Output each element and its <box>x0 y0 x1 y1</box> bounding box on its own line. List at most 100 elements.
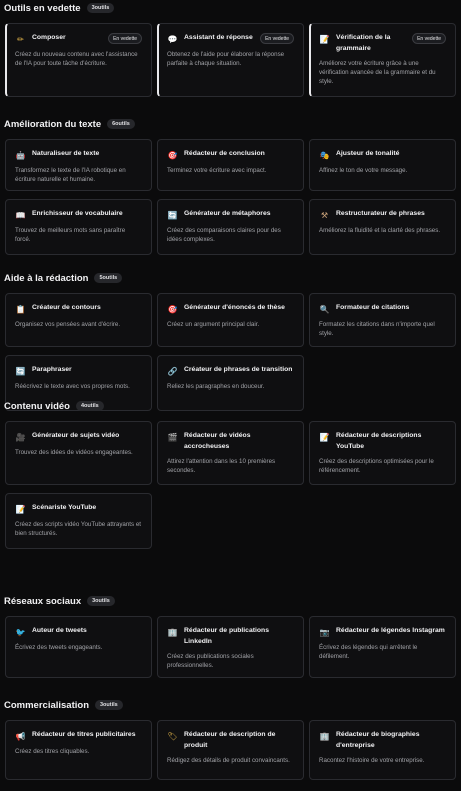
tool-title: Enrichisseur de vocabulaire <box>32 210 123 217</box>
featured-badge: En vedette <box>412 33 446 44</box>
tool-card[interactable]: 🐦 Auteur de tweets Écrivez des tweets enga… <box>5 616 152 678</box>
tool-card-header: 📷 Rédacteur de légendes Instagram <box>319 626 446 638</box>
tool-description: Améliorez votre écriture grâce à une vér… <box>319 60 436 86</box>
tool-card-header: ⚒ Restructurateur de phrases <box>319 209 446 221</box>
tool-card[interactable]: 🔄 Générateur de métaphores Créez des compa… <box>157 199 304 255</box>
tool-card-header: 🎯 Rédacteur de conclusion <box>167 149 294 161</box>
tool-card-header: 🎯 Générateur d'énoncés de thèse <box>167 303 294 315</box>
tool-count-badge: 6outils <box>107 119 135 129</box>
clapper-board-icon: 🎬 <box>167 433 178 442</box>
tool-description: Terminez votre écriture avec impact. <box>167 167 267 174</box>
robot-icon: 🤖 <box>15 151 26 160</box>
tool-card[interactable]: 🤖 Naturaliseur de texte Transformez le tex… <box>5 139 152 191</box>
cycle-icon: 🔄 <box>167 211 178 220</box>
tool-card[interactable]: 🎭 Ajusteur de tonalité Affinez le ton de v… <box>309 139 456 191</box>
magnifier-icon: 🔍 <box>319 305 330 314</box>
book-icon: 📖 <box>15 211 26 220</box>
section-header: Contenu vidéo 4outils <box>4 398 104 414</box>
featured-badge: En vedette <box>260 33 294 44</box>
featured-badge: En vedette <box>108 33 142 44</box>
tool-description: Créez des scripts vidéo YouTube attrayan… <box>15 521 141 538</box>
target-icon: 🎯 <box>167 151 178 160</box>
tool-count-badge: 3outils <box>86 3 115 13</box>
tool-title: Vérification de la grammaire <box>336 34 391 52</box>
tool-description: Formatez les citations dans n'importe qu… <box>319 321 435 338</box>
tool-title: Composer <box>32 34 66 41</box>
tool-card[interactable]: 📝 Rédacteur de descriptions YouTube Créez … <box>309 421 456 485</box>
tool-card-header: 📢 Rédacteur de titres publicitaires <box>15 730 142 742</box>
section-title: Contenu vidéo <box>4 400 70 412</box>
tool-description: Améliorez la fluidité et la clarté des p… <box>319 227 441 234</box>
tool-description: Reliez les paragraphes en douceur. <box>167 383 265 390</box>
section-header: Outils en vedette 3outils <box>4 0 115 16</box>
tool-card[interactable]: 📋 Créateur de contours Organisez vos pensé… <box>5 293 152 347</box>
megaphone-icon: 📢 <box>15 732 26 741</box>
office-building-icon: 🏢 <box>167 628 178 637</box>
tool-card-header: 💬 Assistant de réponse En vedette <box>167 33 294 45</box>
tool-card-header: 🔄 Générateur de métaphores <box>167 209 294 221</box>
tool-description: Créez des titres cliquables. <box>15 748 90 755</box>
price-tag-icon: 🏷 <box>167 732 178 741</box>
tools-icon: ⚒ <box>320 211 329 220</box>
clipboard-icon: 📋 <box>15 305 26 314</box>
tool-card[interactable]: ✏ Composer En vedette Créez du nouveau cont… <box>5 23 152 97</box>
tool-card[interactable]: 🔍 Formateur de citations Formatez les cita… <box>309 293 456 347</box>
tool-title: Paraphraser <box>32 366 72 373</box>
tool-card-header: 📖 Enrichisseur de vocabulaire <box>15 209 142 221</box>
section-title: Amélioration du texte <box>4 118 102 130</box>
tool-card[interactable]: 🎯 Générateur d'énoncés de thèse Créez un a… <box>157 293 304 347</box>
tool-card-header: 🎥 Générateur de sujets vidéo <box>15 431 142 443</box>
tool-title: Rédacteur de publications LinkedIn <box>184 627 269 645</box>
tool-card[interactable]: 🏷 Rédacteur de description de produit Rédi… <box>157 720 304 780</box>
tool-card[interactable]: 📝 Scénariste YouTube Créez des scripts vid… <box>5 493 152 549</box>
tool-card[interactable]: 📝 Vérification de la grammaire En vedette A… <box>309 23 456 97</box>
section-header: Commercialisation 3outils <box>4 697 123 713</box>
section-header: Amélioration du texte 6outils <box>4 116 135 132</box>
tool-description: Créez des publications sociales professi… <box>167 653 254 670</box>
tool-card[interactable]: 🏢 Rédacteur de publications LinkedIn Créez… <box>157 616 304 678</box>
tool-card-header: 📝 Rédacteur de descriptions YouTube <box>319 431 446 452</box>
tool-title: Assistant de réponse <box>184 34 253 41</box>
tool-card[interactable]: 📢 Rédacteur de titres publicitaires Créez … <box>5 720 152 780</box>
bird-icon: 🐦 <box>15 628 26 637</box>
tool-description: Trouvez de meilleurs mots sans paraître … <box>15 227 126 244</box>
tool-card[interactable]: 📷 Rédacteur de légendes Instagram Écrivez … <box>309 616 456 678</box>
tool-card[interactable]: 🏢 Rédacteur de biographies d'entreprise Ra… <box>309 720 456 780</box>
tool-title: Générateur de sujets vidéo <box>32 432 120 439</box>
tool-card-header: 🔄 Paraphraser <box>15 365 142 377</box>
tool-card-header: 📋 Créateur de contours <box>15 303 142 315</box>
tool-card-header: 📝 Vérification de la grammaire En vedette <box>319 33 446 54</box>
tool-card[interactable]: 💬 Assistant de réponse En vedette Obtenez d… <box>157 23 304 97</box>
tool-title: Rédacteur de légendes Instagram <box>336 627 445 634</box>
tool-card-header: 🏢 Rédacteur de publications LinkedIn <box>167 626 294 647</box>
tool-title: Rédacteur de titres publicitaires <box>32 731 136 738</box>
tool-card-header: 🤖 Naturaliseur de texte <box>15 149 142 161</box>
section-title: Réseaux sociaux <box>4 595 82 607</box>
section-header: Aide à la rédaction 5outils <box>4 270 123 286</box>
tool-card[interactable]: 📖 Enrichisseur de vocabulaire Trouvez de m… <box>5 199 152 255</box>
pencil-icon: ✏ <box>17 35 24 44</box>
tool-card[interactable]: 🎯 Rédacteur de conclusion Terminez votre é… <box>157 139 304 191</box>
tool-description: Rédigez des détails de produit convainca… <box>167 757 290 764</box>
building-icon: 🏢 <box>319 732 330 741</box>
tool-count-badge: 4outils <box>75 401 104 411</box>
tool-description: Trouvez des idées de vidéos engageantes. <box>15 449 133 456</box>
tool-title: Créateur de phrases de transition <box>184 366 293 373</box>
tool-description: Obtenez de l'aide pour élaborer la répon… <box>167 51 285 68</box>
camera-icon: 📷 <box>319 628 330 637</box>
section-title: Outils en vedette <box>4 2 81 14</box>
tool-title: Naturaliseur de texte <box>32 150 100 157</box>
tool-card-header: ✏ Composer En vedette <box>15 33 142 45</box>
tool-description: Créez des comparaisons claires pour des … <box>167 227 281 244</box>
tool-description: Créez des descriptions optimisées pour l… <box>319 458 434 475</box>
tool-card[interactable]: ⚒ Restructurateur de phrases Améliorez la … <box>309 199 456 255</box>
memo-icon: 📝 <box>15 505 26 514</box>
tool-card[interactable]: 🔗 Créateur de phrases de transition Reliez… <box>157 355 304 411</box>
tool-card[interactable]: 🎬 Rédacteur de vidéos accrocheuses Attirez… <box>157 421 304 485</box>
section-title: Commercialisation <box>4 699 89 711</box>
theater-masks-icon: 🎭 <box>319 151 330 160</box>
tool-card-header: 🏷 Rédacteur de description de produit <box>167 730 294 751</box>
tool-description: Écrivez des tweets engageants. <box>15 644 103 651</box>
tool-card[interactable]: 🎥 Générateur de sujets vidéo Trouvez des i… <box>5 421 152 485</box>
tool-description: Attirez l'attention dans les 10 première… <box>167 458 276 475</box>
